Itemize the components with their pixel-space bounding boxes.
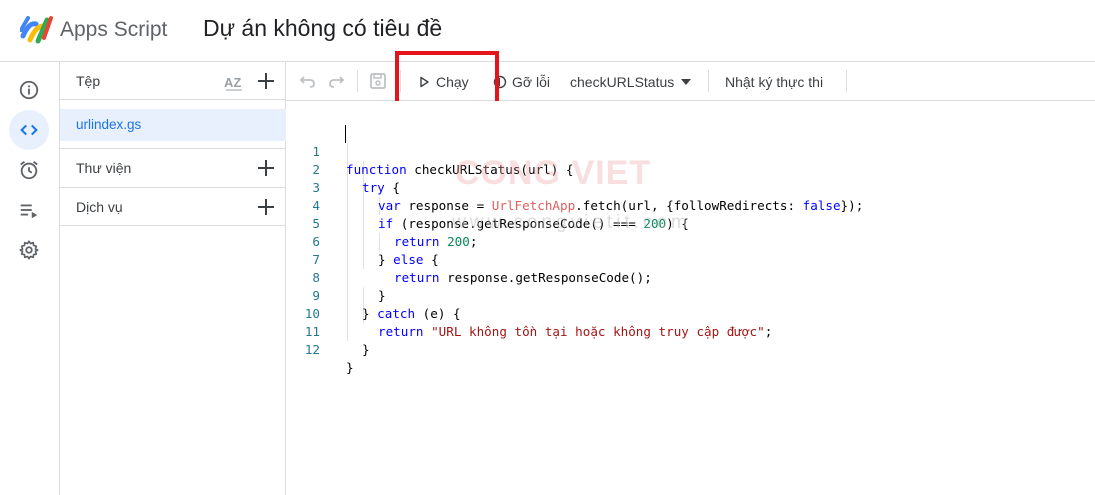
left-nav-rail (0, 62, 60, 495)
app-name[interactable]: Apps Script (60, 18, 167, 42)
section-services[interactable]: Dịch vụ (60, 187, 286, 226)
section-label-services: Dịch vụ (76, 199, 123, 215)
code-line: 5 return 200; (286, 197, 1095, 249)
play-icon (420, 76, 429, 88)
run-list-icon (20, 204, 38, 219)
apps-script-logo-icon[interactable] (20, 14, 54, 44)
code-editor[interactable]: 1 function checkURLStatus(url) { 2 try {… (286, 101, 1095, 495)
debug-button[interactable]: Gỡ lỗi (493, 70, 550, 94)
toolbar-divider (846, 70, 847, 92)
file-name: urlindex.gs (76, 117, 142, 132)
file-item-urlindex[interactable]: urlindex.gs (60, 109, 286, 141)
toolbar-divider (357, 70, 358, 92)
execution-log-button[interactable]: Nhật ký thực thi (725, 70, 823, 94)
function-select[interactable]: checkURLStatus (570, 70, 692, 94)
code-line: 3 var response = UrlFetchApp.fetch(url, … (286, 161, 1095, 213)
code-line: 2 try { (286, 143, 1095, 195)
project-title[interactable]: Dự án không có tiêu đề (203, 15, 442, 42)
toolbar-divider (400, 70, 401, 92)
run-label: Chạy (436, 74, 469, 90)
alarm-clock-icon (20, 161, 38, 180)
app-header: Apps Script Dự án không có tiêu đề (0, 0, 1095, 62)
rail-executions-button[interactable] (9, 190, 49, 230)
debug-label: Gỡ lỗi (512, 74, 550, 90)
code-line: 6 } else { (286, 215, 1095, 267)
rail-editor-button[interactable] (9, 110, 49, 150)
info-icon (19, 80, 39, 100)
code-icon (20, 124, 38, 136)
rail-triggers-button[interactable] (9, 150, 49, 190)
files-title: Tệp (76, 73, 101, 89)
section-label-libraries: Thư viện (76, 160, 132, 176)
gear-icon (19, 240, 39, 260)
code-line: 1 function checkURLStatus(url) { (286, 125, 1095, 177)
files-header: Tệp AZ (60, 62, 286, 100)
undo-icon[interactable] (298, 71, 318, 91)
code-line: 10 return "URL không tồn tại hoặc không … (286, 287, 1095, 339)
execution-log-label: Nhật ký thực thi (725, 74, 824, 90)
function-select-value: checkURLStatus (570, 74, 675, 90)
section-libraries[interactable]: Thư viện (60, 148, 286, 187)
code-line: 7 return response.getResponseCode(); (286, 233, 1095, 285)
debug-icon (493, 75, 507, 89)
add-library-plus-icon[interactable] (256, 158, 276, 178)
rail-settings-button[interactable] (9, 230, 49, 270)
svg-text:AZ: AZ (224, 75, 241, 90)
run-button[interactable]: Chạy (418, 70, 469, 94)
sort-az-icon[interactable]: AZ (223, 72, 245, 92)
code-line: 4 if (response.getResponseCode() === 200… (286, 179, 1095, 231)
rail-overview-button[interactable] (9, 70, 49, 110)
code-line: 9 } catch (e) { (286, 269, 1095, 321)
code-line: 11 } (286, 305, 1095, 357)
code-line: 8 } (286, 251, 1095, 303)
toolbar-divider (708, 70, 709, 92)
redo-icon[interactable] (326, 71, 346, 91)
editor-toolbar: Chạy Gỡ lỗi checkURLStatus Nhật ký thực … (286, 62, 1095, 101)
add-service-plus-icon[interactable] (256, 197, 276, 217)
save-icon[interactable] (368, 71, 388, 91)
add-file-plus-icon[interactable] (256, 71, 276, 91)
dropdown-arrow-icon (681, 79, 692, 85)
code-line: 12 } (286, 323, 1095, 375)
line-number: 12 (304, 342, 320, 357)
files-panel: Tệp AZ urlindex.gs Thư viện Dịch vụ (60, 62, 286, 495)
